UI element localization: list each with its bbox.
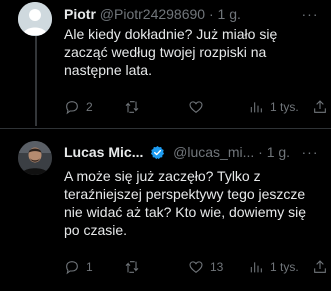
conversation-thread: Piotr @Piotr24298690 · 1 g. ··· Ale kied… [0,0,331,291]
like-button[interactable]: 13 [188,255,223,279]
views-count: 1 tys. [270,100,299,114]
reply-button[interactable]: 1 [64,255,93,279]
share-button[interactable] [312,95,328,119]
tweet-actions: 2 1 tys. [60,95,328,119]
author-handle[interactable]: @Piotr24298690 [100,6,205,22]
separator-dot: · [208,6,214,22]
share-icon [314,100,326,113]
tweet-text: Ale kiedy dokładnie? Już miało się zaczą… [64,26,278,78]
avatar[interactable] [18,141,52,175]
author-name[interactable]: Piotr [64,6,96,22]
reply-count: 2 [86,100,93,114]
tweet-piotr[interactable]: Piotr @Piotr24298690 · 1 g. ··· Ale kied… [0,0,331,130]
thread-connector-line [35,33,37,126]
author-handle[interactable]: @lucas_mi... [173,144,254,160]
heart-icon [189,101,203,114]
views-button[interactable]: 1 tys. [248,255,299,279]
avatar[interactable] [18,2,52,36]
reply-icon [66,261,78,275]
like-button[interactable] [188,95,210,119]
tweet-header: Lucas Mic... @lucas_mi... · 1 g. [64,143,290,161]
more-icon[interactable]: ··· [301,5,319,23]
verified-badge-icon [151,145,165,160]
reply-button[interactable]: 2 [64,95,93,119]
retweet-icon [125,101,139,113]
tweet-header: Piotr @Piotr24298690 · 1 g. [64,5,241,23]
views-icon [250,102,262,113]
author-name[interactable]: Lucas Mic... [64,144,143,160]
retweet-button[interactable] [124,255,146,279]
more-icon[interactable]: ··· [301,143,319,161]
separator-dot: · [258,144,263,160]
views-button[interactable]: 1 tys. [248,95,299,119]
views-icon [250,262,262,273]
default-avatar-icon [18,2,52,36]
reply-icon [66,101,78,115]
heart-icon [189,261,203,274]
reply-count: 1 [86,260,93,274]
retweet-button[interactable] [124,95,146,119]
like-count: 13 [210,260,224,274]
tweet-timestamp[interactable]: 1 g. [218,6,241,22]
share-icon [314,260,326,273]
views-count: 1 tys. [270,260,299,274]
divider [0,128,331,129]
share-button[interactable] [312,255,328,279]
tweet-timestamp[interactable]: 1 g. [267,144,290,160]
tweet-text: A może się już zaczęło? Tylko z teraźnie… [64,168,306,238]
tweet-actions: 1 13 1 tys. [60,255,328,279]
user-photo-avatar [18,141,52,175]
retweet-icon [125,261,139,273]
